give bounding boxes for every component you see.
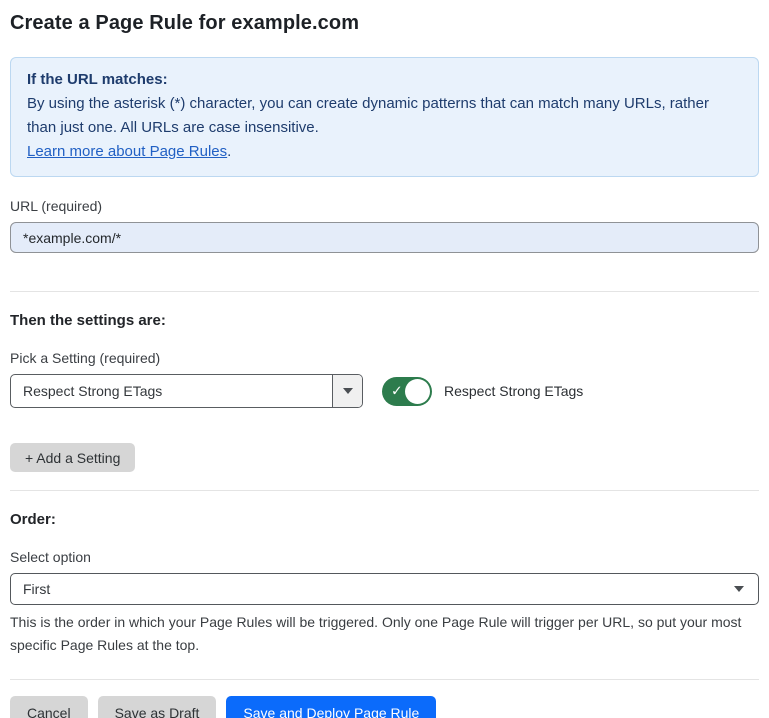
- divider: [10, 679, 759, 680]
- order-select-dropdown[interactable]: First: [10, 573, 759, 605]
- pick-setting-label: Pick a Setting (required): [10, 350, 759, 366]
- setting-select-value: Respect Strong ETags: [11, 375, 332, 407]
- respect-strong-etags-toggle[interactable]: ✓: [382, 377, 432, 406]
- order-help-text: This is the order in which your Page Rul…: [10, 611, 759, 657]
- create-page-rule-form: Create a Page Rule for example.com If th…: [0, 0, 769, 718]
- toggle-label: Respect Strong ETags: [444, 383, 583, 399]
- divider: [10, 490, 759, 491]
- info-box-body: By using the asterisk (*) character, you…: [27, 92, 742, 140]
- learn-more-link[interactable]: Learn more about Page Rules: [27, 143, 227, 160]
- toggle-knob: [405, 379, 430, 404]
- check-icon: ✓: [391, 384, 403, 398]
- url-field-label: URL (required): [10, 198, 759, 214]
- save-as-draft-button[interactable]: Save as Draft: [98, 696, 217, 718]
- order-section-heading: Order:: [10, 511, 759, 528]
- info-box-link-line: Learn more about Page Rules.: [27, 140, 742, 164]
- setting-select-dropdown[interactable]: Respect Strong ETags: [10, 374, 363, 408]
- info-box-heading: If the URL matches:: [27, 68, 742, 92]
- footer-button-row: Cancel Save as Draft Save and Deploy Pag…: [10, 696, 759, 718]
- order-select-label: Select option: [10, 549, 759, 565]
- settings-section-heading: Then the settings are:: [10, 312, 759, 329]
- url-input[interactable]: [10, 222, 759, 253]
- chevron-down-icon: [734, 586, 744, 592]
- setting-row: Respect Strong ETags ✓ Respect Strong ET…: [10, 374, 759, 408]
- divider: [10, 291, 759, 292]
- url-match-info-box: If the URL matches: By using the asteris…: [10, 57, 759, 177]
- setting-select-arrow-button[interactable]: [332, 375, 362, 407]
- order-select-value: First: [23, 581, 50, 597]
- cancel-button[interactable]: Cancel: [10, 696, 88, 718]
- add-setting-button[interactable]: + Add a Setting: [10, 443, 135, 472]
- link-suffix: .: [227, 143, 231, 160]
- chevron-down-icon: [343, 388, 353, 394]
- save-and-deploy-button[interactable]: Save and Deploy Page Rule: [226, 696, 436, 718]
- page-title: Create a Page Rule for example.com: [10, 12, 759, 35]
